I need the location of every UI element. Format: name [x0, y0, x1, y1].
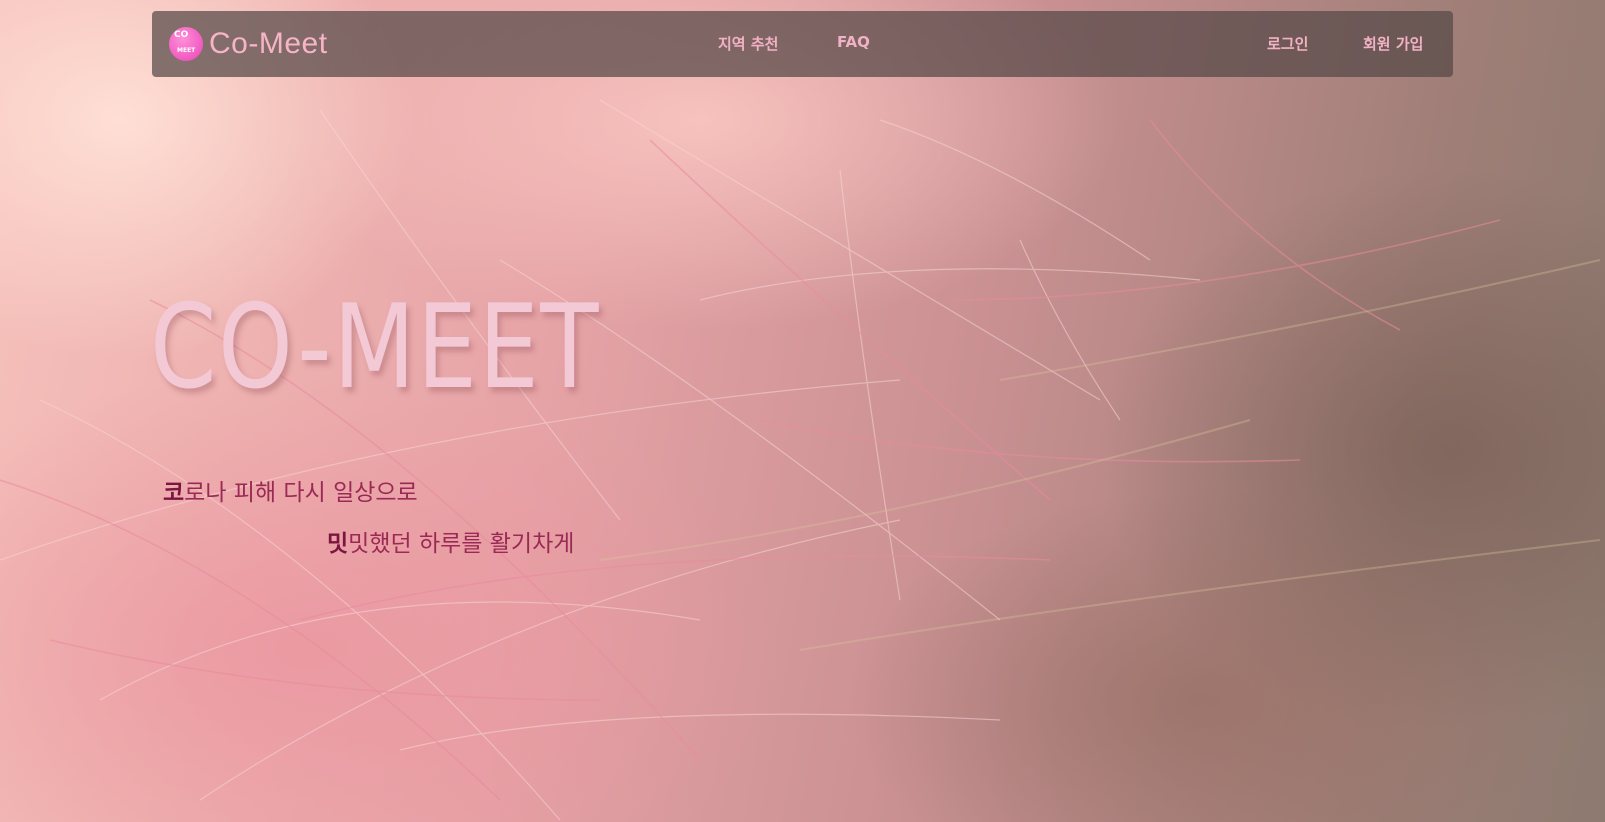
logo-badge-line1: CO — [174, 30, 189, 40]
nav-link-region-recommend[interactable]: 지역 추천 — [718, 33, 778, 54]
tagline-line1-lead: 코 — [163, 480, 185, 506]
tagline-line1-text: 로나 피해 다시 일상으로 — [184, 480, 418, 506]
tagline-line2-lead: 밋 — [327, 531, 349, 557]
signup-link[interactable]: 회원 가입 — [1363, 33, 1423, 54]
hero-title: CO-MEET — [150, 280, 601, 415]
hero-tagline-line2: 밋밋했던 하루를 활기차게 — [327, 524, 574, 558]
brand-logo[interactable]: CO MEET Co-Meet — [169, 26, 328, 62]
brand-name: Co-Meet — [209, 27, 328, 60]
nav-link-faq[interactable]: FAQ — [837, 33, 870, 51]
hero-tagline-line1: 코로나 피해 다시 일상으로 — [163, 473, 418, 507]
logo-badge-line2: MEET — [177, 47, 196, 54]
top-navbar: CO MEET Co-Meet 지역 추천 FAQ 로그인 회원 가입 — [152, 11, 1453, 77]
login-link[interactable]: 로그인 — [1267, 33, 1308, 54]
tagline-line2-text: 밋했던 하루를 활기차게 — [348, 531, 575, 557]
logo-badge-icon: CO MEET — [169, 27, 203, 61]
